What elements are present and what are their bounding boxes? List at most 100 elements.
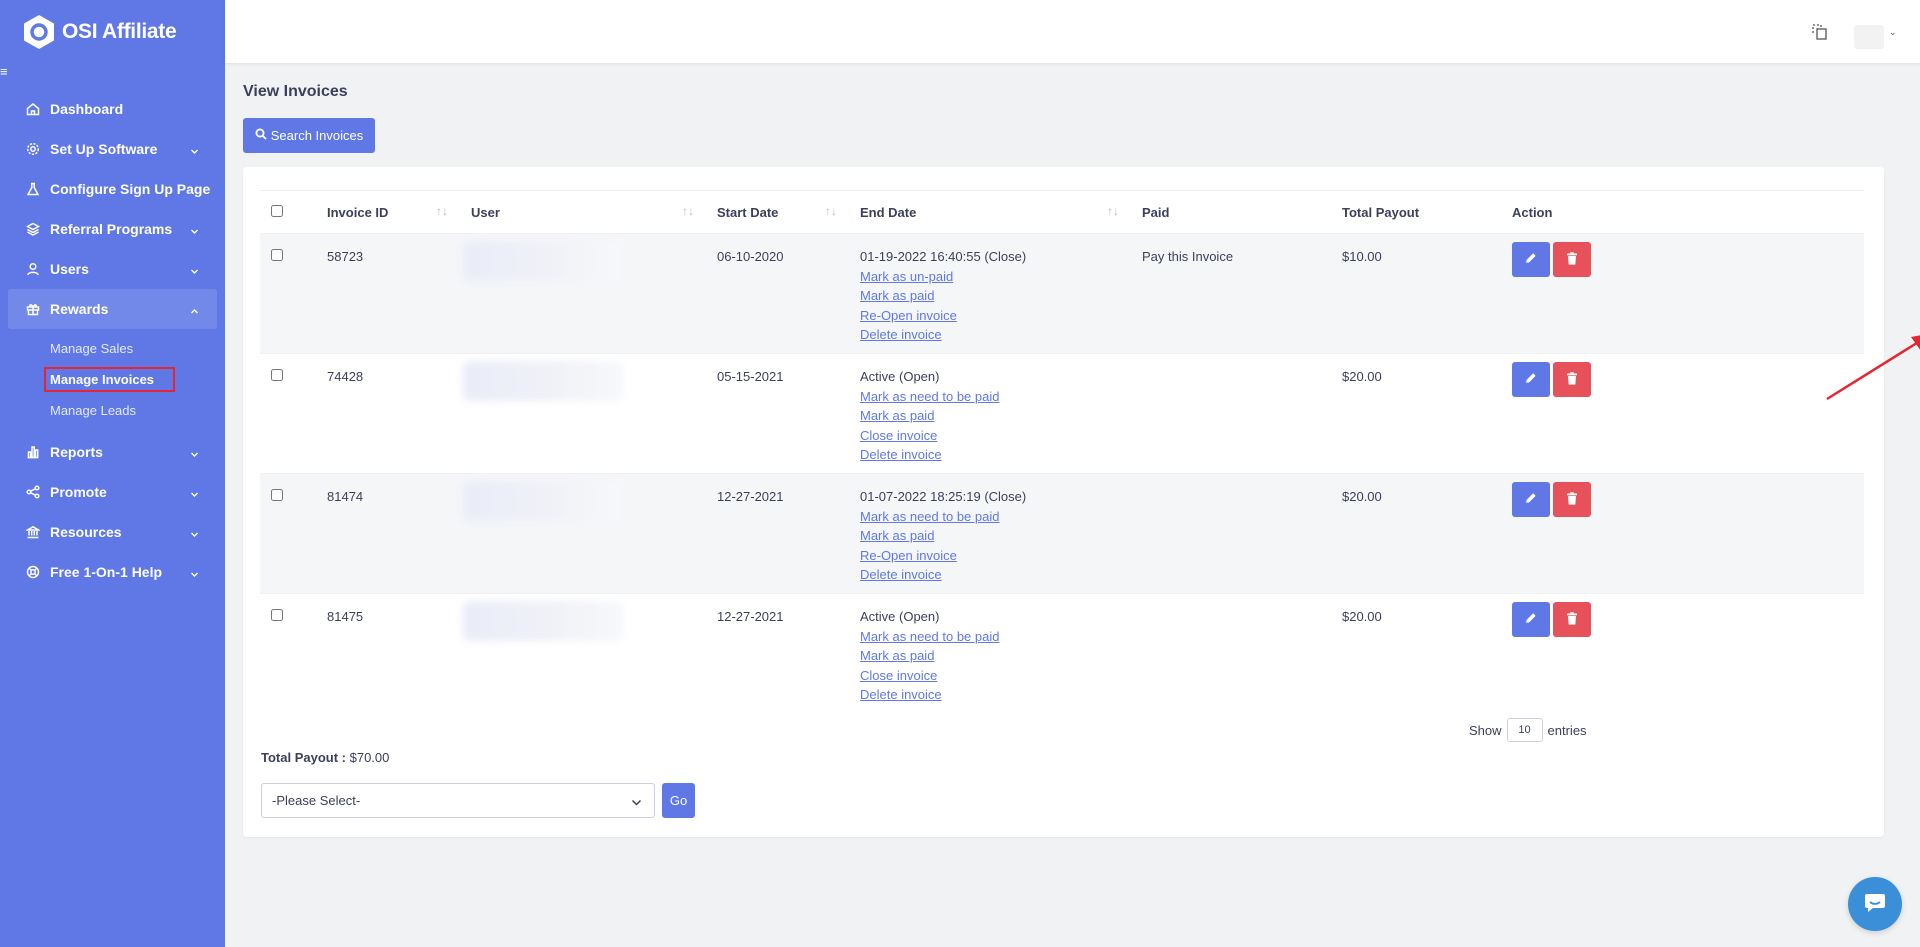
mark-paid-link[interactable]: Mark as paid [860,286,1131,306]
subnav-item-manage-invoices[interactable]: Manage Invoices [0,364,225,395]
chevron-down-icon [190,486,199,502]
chevron-up-icon [190,303,199,319]
flask-icon [25,181,41,197]
entries-input[interactable] [1506,718,1543,742]
end-date-cell: Active (Open) Mark as need to be paid Ma… [849,593,1131,714]
mark-need-to-be-paid-link[interactable]: Mark as need to be paid [860,627,1131,647]
sidebar-item-promote[interactable]: Promote [0,472,225,512]
select-all-checkbox[interactable] [271,204,283,217]
bulk-action-select[interactable]: -Please Select- [261,783,655,818]
chat-icon [1863,892,1887,917]
home-icon [25,101,41,117]
col-end-date[interactable]: End Date ↑↓ [849,190,1131,234]
chat-widget-button[interactable] [1848,877,1902,931]
chevron-down-icon[interactable]: ⌄ [1889,27,1897,38]
delete-button[interactable] [1553,482,1591,517]
reopen-invoice-link[interactable]: Re-Open invoice [860,306,1131,326]
delete-button[interactable] [1553,602,1591,637]
sidebar-item-dashboard[interactable]: Dashboard [0,89,225,129]
row-checkbox-cell [260,353,316,474]
delete-invoice-link[interactable]: Delete invoice [860,565,1131,585]
row-checkbox[interactable] [271,489,283,501]
subnav-item-manage-sales[interactable]: Manage Sales [0,333,225,364]
pencil-icon [1525,372,1537,387]
avatar[interactable] [1854,25,1884,49]
paid-cell[interactable]: Pay this Invoice [1131,233,1331,354]
col-start-date[interactable]: Start Date ↑↓ [706,190,849,234]
end-date-cell: 01-19-2022 16:40:55 (Close) Mark as un-p… [849,233,1131,354]
invoice-id: 81475 [316,593,460,714]
page-title: View Invoices [243,83,348,100]
search-invoices-button[interactable]: Search Invoices [243,118,375,153]
go-button[interactable]: Go [662,783,695,818]
sidebar-item-set-up-software[interactable]: Set Up Software [0,129,225,169]
delete-invoice-link[interactable]: Delete invoice [860,685,1131,705]
user-redacted [463,361,623,401]
invoice-status: Active (Open) [860,609,940,624]
fullscreen-icon[interactable] [1810,22,1830,42]
col-invoice-id[interactable]: Invoice ID ↑↓ [316,190,460,234]
gear-icon [25,141,41,157]
mark-paid-link[interactable]: Mark as paid [860,406,1131,426]
mark-need-to-be-paid-link[interactable]: Mark as need to be paid [860,507,1131,527]
subnav-item-manage-leads[interactable]: Manage Leads [0,395,225,426]
invoice-id: 58723 [316,233,460,354]
chevron-down-icon [631,796,642,811]
sidebar-item-label: Dashboard [50,101,124,117]
edit-button[interactable] [1512,242,1550,277]
delete-invoice-link[interactable]: Delete invoice [860,325,1131,345]
menu-toggle-icon[interactable]: ≡ [0,64,8,79]
sidebar-item-referral-programs[interactable]: Referral Programs [0,209,225,249]
action-cell [1501,233,1864,354]
sidebar-item-reports[interactable]: Reports [0,432,225,472]
mark-paid-link[interactable]: Mark as paid [860,526,1131,546]
edit-button[interactable] [1512,482,1550,517]
end-date-cell: 01-07-2022 18:25:19 (Close) Mark as need… [849,473,1131,594]
edit-button[interactable] [1512,362,1550,397]
invoice-status: Active (Open) [860,369,940,384]
table-row: 81474 12-27-2021 01-07-2022 18:25:19 (Cl… [260,473,1864,594]
select-all-cell [260,190,316,234]
edit-button[interactable] [1512,602,1550,637]
row-checkbox[interactable] [271,609,283,621]
total-payout: $20.00 [1331,353,1501,474]
close-invoice-link[interactable]: Close invoice [860,426,1131,446]
sidebar-item-label: Set Up Software [50,141,158,157]
sort-icon[interactable]: ↑↓ [682,204,694,218]
sidebar-item-configure-sign-up-page[interactable]: Configure Sign Up Page [0,169,225,209]
delete-invoice-link[interactable]: Delete invoice [860,445,1131,465]
delete-button[interactable] [1553,242,1591,277]
sort-icon[interactable]: ↑↓ [436,204,448,218]
sort-icon[interactable]: ↑↓ [1107,204,1119,218]
brand[interactable]: OSI Affiliate [0,0,225,64]
sidebar-item-rewards[interactable]: Rewards [8,289,217,329]
user-cell [460,473,706,594]
col-user[interactable]: User ↑↓ [460,190,706,234]
sort-icon[interactable]: ↑↓ [825,204,837,218]
sidebar-item-resources[interactable]: Resources [0,512,225,552]
table-row: 58723 06-10-2020 01-19-2022 16:40:55 (Cl… [260,233,1864,354]
delete-button[interactable] [1553,362,1591,397]
start-date: 12-27-2021 [706,473,849,594]
reopen-invoice-link[interactable]: Re-Open invoice [860,546,1131,566]
trash-icon [1566,491,1578,508]
mark-paid-link[interactable]: Mark as paid [860,646,1131,666]
mark-unpaid-link[interactable]: Mark as un-paid [860,267,1131,287]
row-checkbox[interactable] [271,369,283,381]
mark-need-to-be-paid-link[interactable]: Mark as need to be paid [860,387,1131,407]
sidebar-item-label: Referral Programs [50,221,173,237]
sidebar-nav: Dashboard Set Up Software Configure Sign… [0,89,225,329]
share-icon [25,484,41,500]
select-value: -Please Select- [272,793,361,808]
action-cell [1501,593,1864,714]
start-date: 05-15-2021 [706,353,849,474]
row-checkbox[interactable] [271,249,283,261]
sidebar-item-users[interactable]: Users [0,249,225,289]
lifebuoy-icon [25,564,41,580]
sidebar: OSI Affiliate ≡ Dashboard Set Up Softwar… [0,0,225,947]
invoice-status: 01-19-2022 16:40:55 (Close) [860,249,1027,264]
sidebar-item-free-help[interactable]: Free 1-On-1 Help [0,552,225,592]
user-redacted [463,481,623,521]
close-invoice-link[interactable]: Close invoice [860,666,1131,686]
sidebar-nav-lower: Reports Promote Resources Free 1-On-1 He… [0,432,225,592]
